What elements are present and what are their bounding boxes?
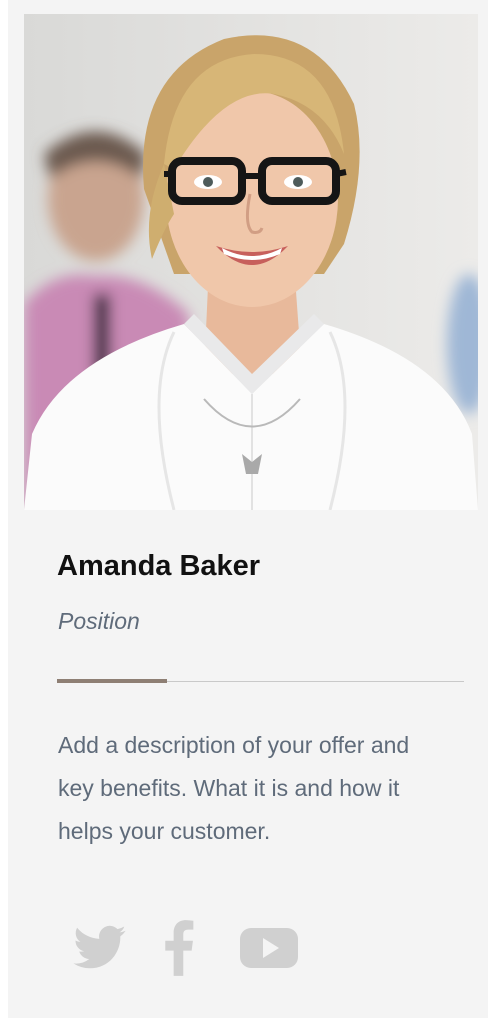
facebook-link[interactable] [164, 920, 194, 976]
divider-accent [57, 679, 167, 683]
twitter-icon [73, 925, 126, 969]
youtube-icon [240, 928, 298, 968]
team-member-photo [24, 14, 478, 510]
member-description: Add a description of your offer and key … [58, 732, 410, 844]
team-member-card: Amanda Baker Position Add a description … [8, 0, 488, 1018]
youtube-link[interactable] [238, 920, 300, 976]
twitter-link[interactable] [72, 920, 128, 976]
member-name: Amanda Baker [57, 550, 261, 582]
facebook-icon [165, 920, 194, 976]
member-position: Position [58, 608, 140, 634]
